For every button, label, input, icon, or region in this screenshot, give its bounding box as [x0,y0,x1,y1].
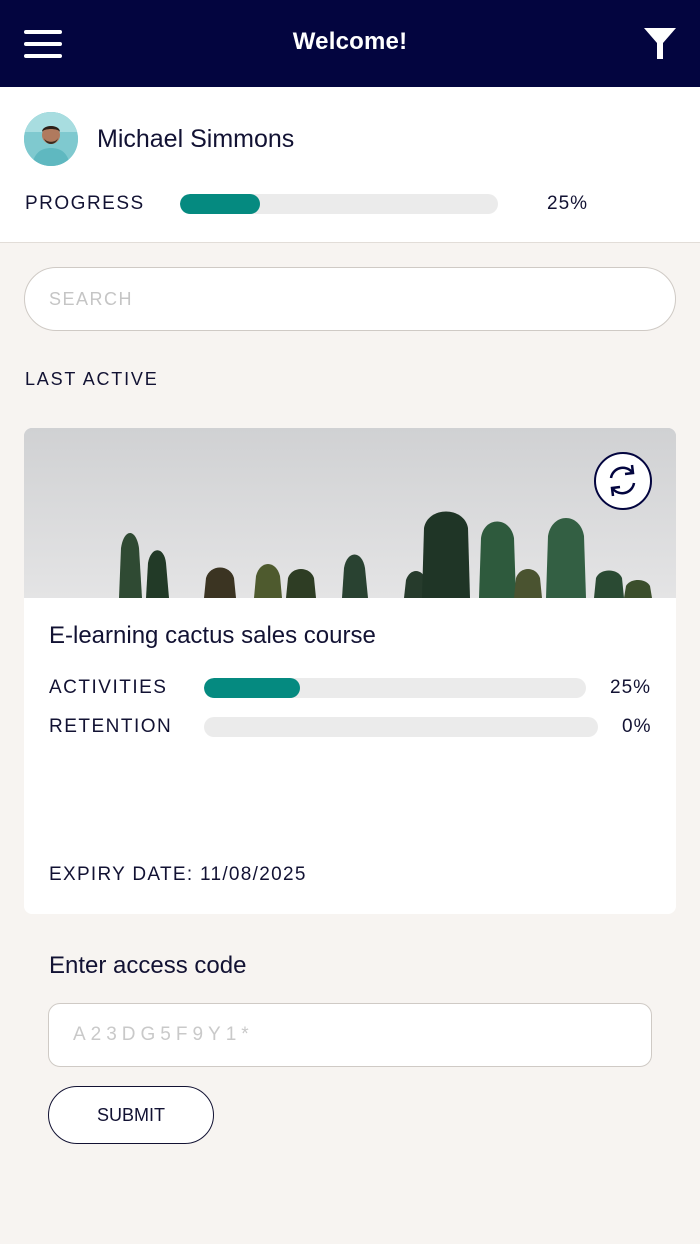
retention-label: RETENTION [49,716,173,737]
refresh-icon [609,464,636,497]
course-card[interactable]: E-learning cactus sales course ACTIVITIE… [24,428,676,914]
avatar[interactable] [24,112,78,166]
activities-progress-bar [204,678,586,698]
progress-label: PROGRESS [25,193,145,214]
course-title: E-learning cactus sales course [49,622,376,649]
course-cover-image [24,428,676,598]
retention-progress-bar [204,717,598,737]
activities-label: ACTIVITIES [49,677,168,698]
refresh-button[interactable] [594,452,652,510]
activities-percent: 25% [610,677,652,698]
overall-progress-bar [180,194,498,214]
access-code-label: Enter access code [49,952,247,979]
page-title: Welcome! [292,28,408,55]
top-app-bar: Welcome! [0,0,700,87]
search-input[interactable] [24,267,676,331]
user-name: Michael Simmons [97,125,295,153]
activities-progress-fill [204,678,300,698]
overall-progress-fill [180,194,260,214]
submit-button[interactable]: SUBMIT [48,1086,214,1144]
overall-progress-percent: 25% [547,193,589,214]
profile-summary: Michael Simmons PROGRESS 25% [0,87,700,243]
filter-icon[interactable] [642,26,678,62]
retention-percent: 0% [622,716,652,737]
expiry-date: EXPIRY DATE: 11/08/2025 [49,864,307,885]
last-active-heading: LAST ACTIVE [25,369,159,389]
access-code-field[interactable] [48,1003,652,1067]
